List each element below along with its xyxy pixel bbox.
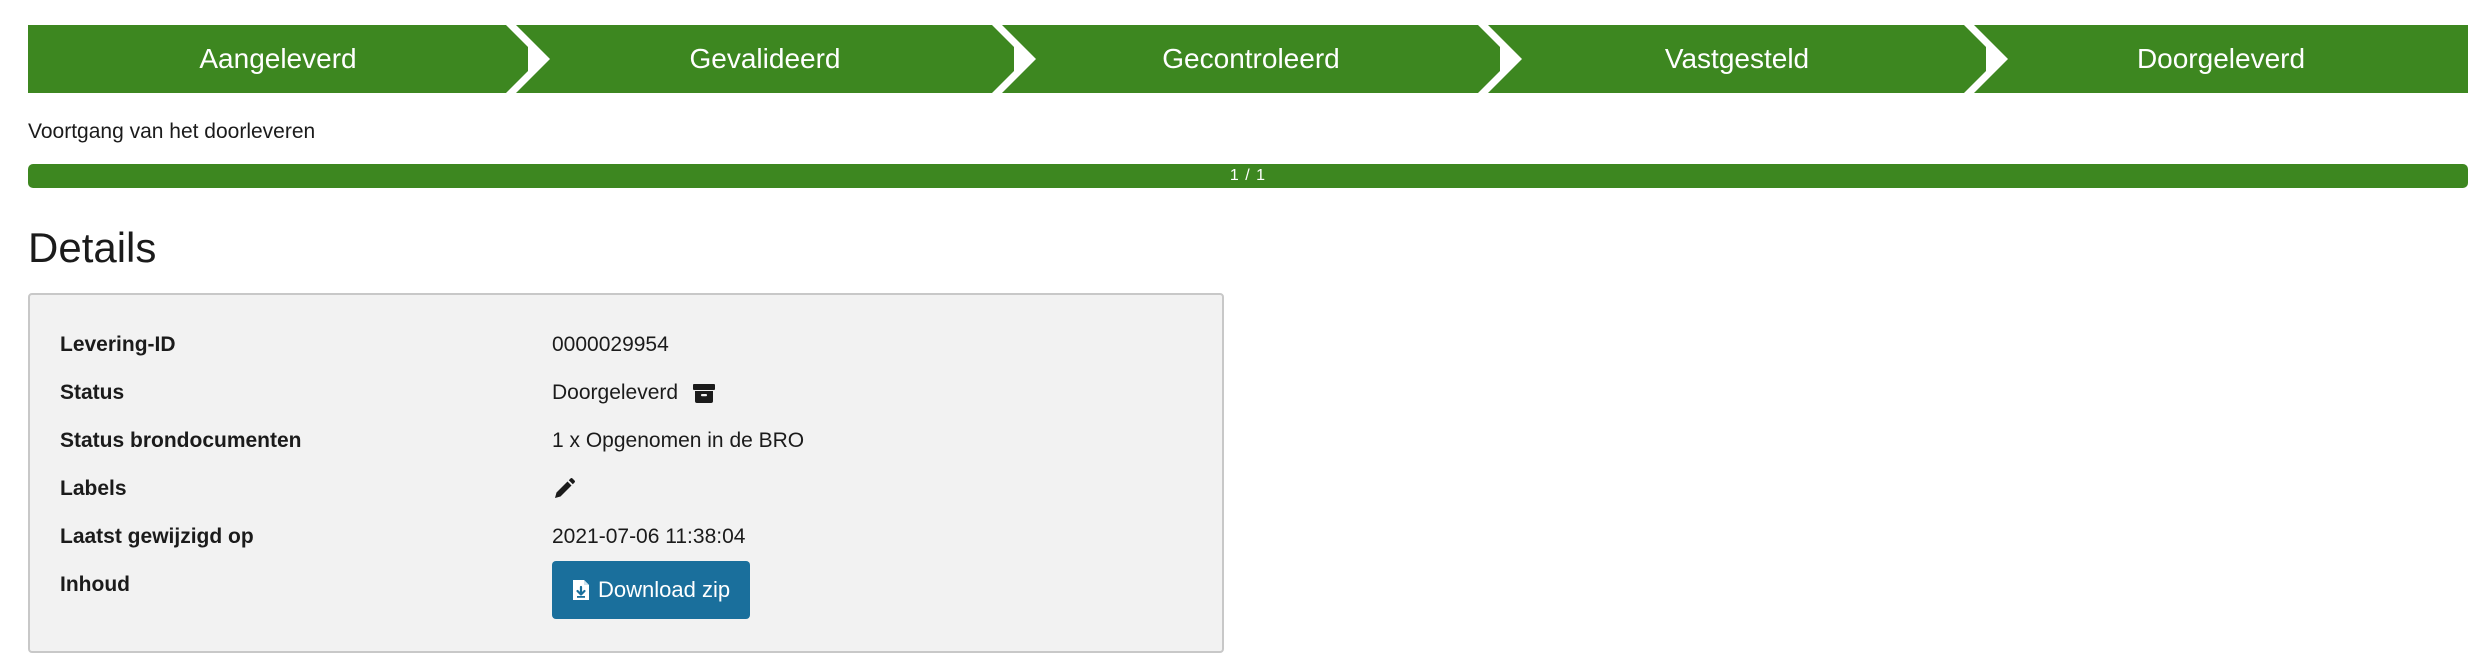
detail-value: 0000029954	[552, 333, 669, 356]
detail-row-labels: Labels	[60, 477, 1180, 525]
download-zip-label: Download zip	[598, 577, 731, 602]
progress-fill: 1 / 1	[28, 164, 2468, 188]
detail-key: Laatst gewijzigd op	[60, 525, 254, 548]
archive-icon	[693, 384, 716, 403]
detail-row-levering-id: Levering-ID 0000029954	[60, 333, 1180, 381]
progress-bar: 1 / 1	[28, 164, 2468, 188]
detail-key: Status	[60, 381, 125, 404]
detail-row-inhoud: Inhoud Download zip	[60, 561, 1180, 621]
file-download-icon	[573, 580, 589, 600]
step-label: Gevalideerd	[689, 43, 841, 74]
progress-label: Voortgang van het doorleveren	[28, 120, 316, 143]
detail-value: Doorgeleverd	[552, 381, 679, 404]
step-gevalideerd: Gevalideerd	[516, 25, 1014, 93]
step-label: Vastgesteld	[1664, 43, 1810, 74]
step-gecontroleerd: Gecontroleerd	[1002, 25, 1500, 93]
download-zip-button[interactable]: Download zip	[552, 561, 751, 619]
detail-key: Inhoud	[60, 573, 130, 596]
progress-steps: Aangeleverd Gevalideerd Gecontroleerd Va…	[28, 25, 2468, 93]
page-title: Details	[28, 224, 157, 271]
detail-row-status: Status Doorgeleverd	[60, 381, 1180, 429]
step-label: Doorgeleverd	[2136, 43, 2306, 74]
pencil-icon[interactable]	[552, 477, 576, 501]
progress-text: 1 / 1	[1229, 167, 1267, 184]
detail-key: Labels	[60, 477, 127, 500]
step-vastgesteld: Vastgesteld	[1488, 25, 1986, 93]
detail-row-status-brondocumenten: Status brondocumenten 1 x Opgenomen in d…	[60, 429, 1180, 477]
detail-key: Levering-ID	[60, 333, 176, 356]
details-panel: Levering-ID 0000029954 Status Doorgeleve…	[28, 293, 1224, 653]
step-label: Gecontroleerd	[1162, 43, 1340, 74]
detail-value: 1 x Opgenomen in de BRO	[552, 429, 805, 452]
detail-value: 2021-07-06 11:38:04	[552, 525, 746, 548]
step-aangeleverd: Aangeleverd	[28, 25, 528, 93]
step-doorgeleverd: Doorgeleverd	[1974, 25, 2468, 93]
step-label: Aangeleverd	[199, 43, 357, 74]
detail-key: Status brondocumenten	[60, 429, 302, 452]
